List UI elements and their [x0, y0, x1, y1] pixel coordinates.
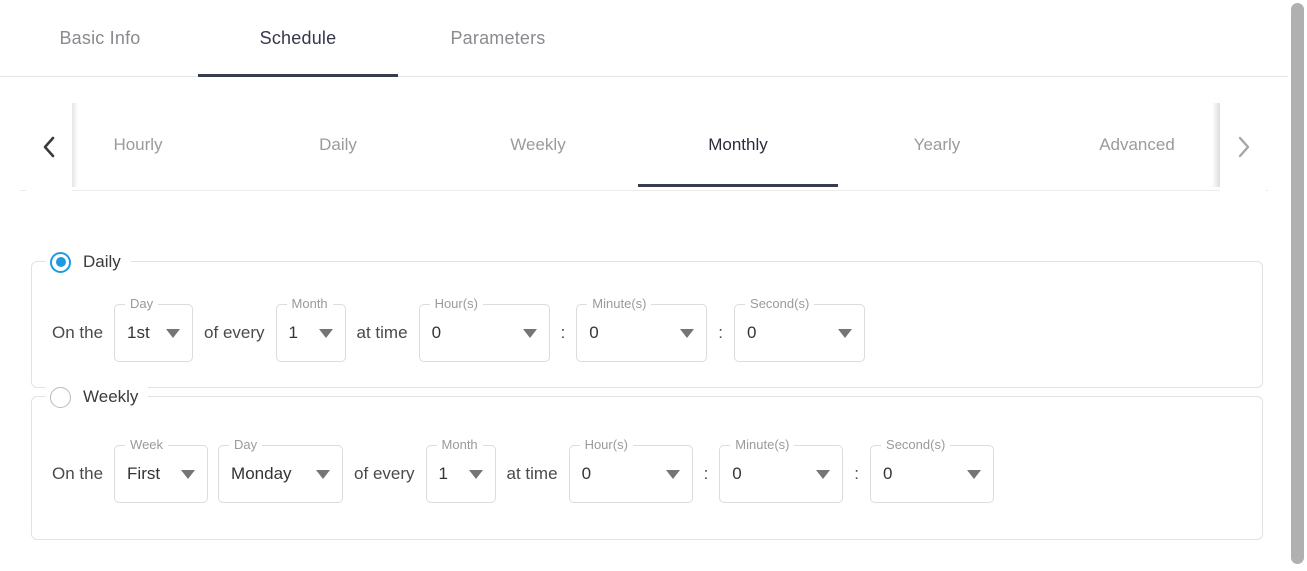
weekly-minutes-select[interactable]: Minute(s) 0 — [719, 438, 844, 503]
daily-middle-text: of every — [204, 323, 265, 342]
subtab-advanced-label: Advanced — [1099, 135, 1175, 154]
radio-weekly[interactable] — [50, 386, 71, 408]
chevron-down-icon — [802, 469, 831, 479]
weekly-minutes-value: 0 — [732, 464, 742, 483]
weekly-prefix-text: On the — [52, 464, 104, 483]
daily-day-value: 1st — [127, 323, 150, 342]
chevron-down-icon — [666, 328, 695, 338]
chevron-down-icon — [824, 328, 853, 338]
subtab-monthly-active-underline — [638, 184, 838, 187]
radio-daily[interactable] — [50, 251, 71, 273]
weekly-colon-1: : — [703, 464, 709, 483]
weekly-controls-row: On the Week First Day Monday of every Mo… — [46, 438, 999, 503]
tab-basic-info[interactable]: Basic Info — [0, 0, 200, 77]
weekly-seconds-select[interactable]: Second(s) 0 — [870, 438, 995, 503]
schedule-frequency-tab-bar: Hourly Daily Weekly Monthly Yearly Advan… — [0, 103, 1288, 191]
tab-parameters[interactable]: Parameters — [398, 0, 598, 77]
daily-hours-value: 0 — [431, 323, 442, 342]
tab-schedule-label: Schedule — [259, 28, 337, 48]
daily-month-value: 1 — [288, 323, 298, 342]
subtab-weekly-label: Weekly — [510, 135, 566, 154]
subtab-monthly[interactable]: Monthly — [638, 103, 838, 187]
daily-minutes-select[interactable]: Minute(s) 0 — [576, 297, 708, 362]
daily-day-legend: Day — [125, 297, 159, 311]
weekly-day-legend: Day — [229, 438, 263, 452]
subtab-daily-label: Daily — [319, 135, 357, 154]
chevron-down-icon — [167, 469, 196, 479]
weekly-hours-legend: Hour(s) — [579, 438, 633, 452]
daily-month-select[interactable]: Month 1 — [275, 297, 346, 362]
vertical-scrollbar-thumb[interactable] — [1291, 3, 1304, 564]
monthly-option-daily-group: Daily On the Day 1st of every Month 1 at… — [31, 248, 1263, 388]
weekly-colon-2: : — [854, 464, 860, 483]
subtab-hourly[interactable]: Hourly — [78, 103, 198, 187]
daily-minutes-legend: Minute(s) — [587, 297, 652, 311]
tab-schedule-active-underline — [198, 74, 398, 77]
weekly-day-value: Monday — [231, 464, 292, 483]
daily-hours-select[interactable]: Hour(s) 0 — [418, 297, 550, 362]
daily-minutes-value: 0 — [589, 323, 599, 342]
daily-seconds-select[interactable]: Second(s) 0 — [734, 297, 866, 362]
radio-weekly-label: Weekly — [83, 387, 139, 406]
main-tab-bar: Basic Info Schedule Parameters — [0, 0, 1288, 77]
weekly-week-select[interactable]: Week First — [114, 438, 209, 503]
subtab-monthly-label: Monthly — [708, 135, 768, 154]
weekly-hours-value: 0 — [581, 464, 592, 483]
tab-basic-info-label: Basic Info — [59, 28, 141, 48]
weekly-month-select[interactable]: Month 1 — [425, 438, 496, 503]
chevron-down-icon — [302, 469, 331, 479]
weekly-middle-text: of every — [354, 464, 415, 483]
daily-hours-legend: Hour(s) — [429, 297, 483, 311]
subtab-yearly-label: Yearly — [913, 135, 961, 154]
schedule-editor-page: Basic Info Schedule Parameters Hourly Da… — [0, 0, 1307, 571]
weekly-seconds-value: 0 — [883, 464, 893, 483]
weekly-day-select[interactable]: Day Monday — [218, 438, 344, 503]
subtab-baseline — [20, 190, 1268, 191]
daily-seconds-legend: Second(s) — [745, 297, 815, 311]
daily-controls-row: On the Day 1st of every Month 1 at time … — [46, 297, 870, 362]
radio-daily-label: Daily — [83, 252, 121, 271]
daily-prefix-text: On the — [52, 323, 104, 342]
weekly-month-value: 1 — [438, 464, 448, 483]
chevron-down-icon — [509, 328, 537, 338]
weekly-minutes-legend: Minute(s) — [730, 438, 795, 452]
tab-schedule[interactable]: Schedule — [198, 0, 398, 77]
daily-option-legend: Daily — [46, 248, 131, 276]
subtab-hourly-label: Hourly — [113, 135, 163, 154]
weekly-option-legend: Weekly — [46, 383, 149, 411]
chevron-down-icon — [652, 469, 680, 479]
chevron-down-icon — [305, 328, 333, 338]
daily-day-select[interactable]: Day 1st — [114, 297, 194, 362]
tab-parameters-label: Parameters — [450, 28, 546, 48]
weekly-seconds-legend: Second(s) — [881, 438, 951, 452]
subtab-yearly[interactable]: Yearly — [877, 103, 997, 187]
daily-time-text: at time — [356, 323, 408, 342]
chevron-down-icon — [152, 328, 181, 338]
weekly-time-text: at time — [506, 464, 558, 483]
monthly-option-weekly-group: Weekly On the Week First Day Monday of e… — [31, 383, 1263, 540]
daily-month-legend: Month — [286, 297, 333, 311]
weekly-month-legend: Month — [436, 438, 483, 452]
chevron-left-icon[interactable] — [26, 103, 72, 191]
weekly-week-value: First — [127, 464, 161, 483]
chevron-down-icon — [953, 469, 982, 479]
subtab-weekly[interactable]: Weekly — [478, 103, 598, 187]
chevron-right-icon[interactable] — [1220, 103, 1266, 191]
weekly-hours-select[interactable]: Hour(s) 0 — [568, 438, 693, 503]
daily-colon-2: : — [718, 323, 724, 342]
chevron-down-icon — [455, 469, 483, 479]
weekly-week-legend: Week — [125, 438, 169, 452]
daily-colon-1: : — [560, 323, 566, 342]
daily-seconds-value: 0 — [747, 323, 757, 342]
subtab-advanced[interactable]: Advanced — [1077, 103, 1197, 187]
subtab-daily[interactable]: Daily — [278, 103, 398, 187]
